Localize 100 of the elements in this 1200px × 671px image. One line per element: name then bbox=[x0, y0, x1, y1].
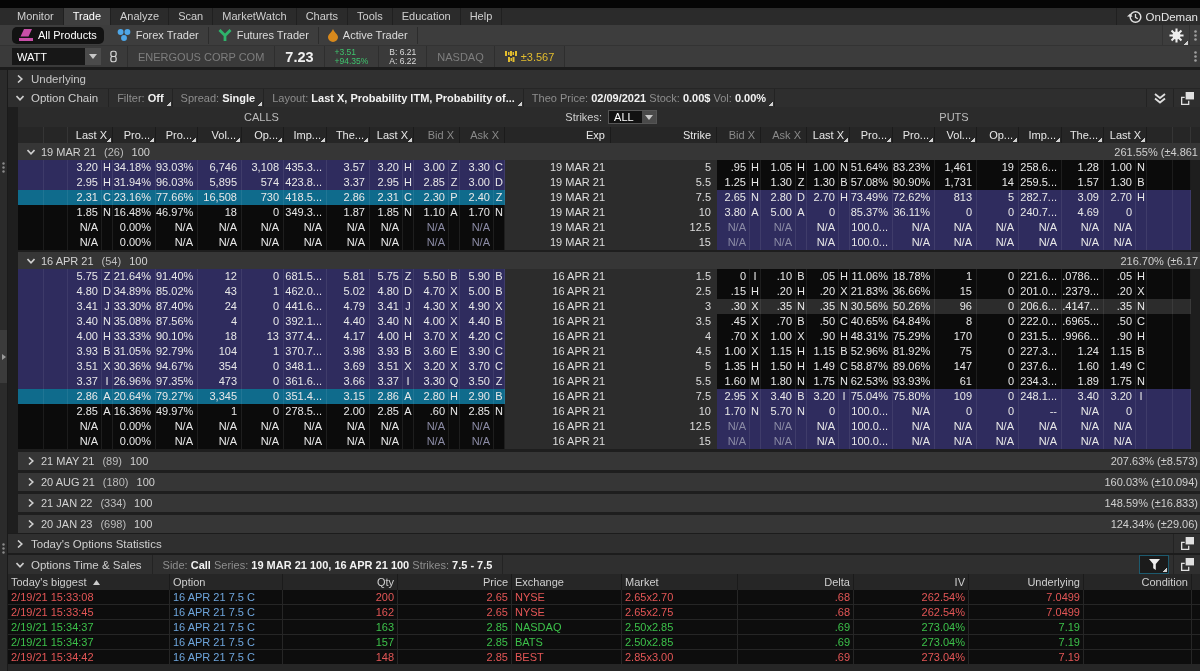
product-tab[interactable]: Forex Trader bbox=[107, 26, 209, 44]
table-cell: 7.19 bbox=[969, 650, 1084, 664]
strikes-dropdown[interactable]: ALL bbox=[608, 110, 657, 124]
settings-button[interactable] bbox=[1162, 24, 1190, 46]
table-cell: .69 bbox=[738, 635, 854, 649]
call-quote-row[interactable]: N/A 0.00% N/A N/A N/A N/A N/A N/A N/A N/A bbox=[18, 419, 505, 434]
put-quote-row[interactable]: 3.80 A 5.00 A 0 85.37% 36.11% 0 0 240.7... 4.69 0 bbox=[717, 205, 1191, 220]
put-quote-row[interactable]: 1.70 N 5.70 N 0 100.0... N/A 0 0 -- N/A 0 bbox=[717, 404, 1191, 419]
put-quote-row[interactable]: N/A N/A N/A 100.0... N/A N/A N/A N/A N/A N/A bbox=[717, 220, 1191, 235]
product-tab[interactable]: Futures Trader bbox=[208, 26, 319, 44]
table-cell: 2/19/21 15:33:08 bbox=[8, 590, 170, 604]
call-quote-row[interactable]: N/A 0.00% N/A N/A N/A N/A N/A N/A N/A N/A bbox=[18, 220, 505, 235]
bid-price: B: 6.21 bbox=[389, 47, 417, 57]
call-quote-row[interactable]: 2.95 H 31.94% 96.03% 5,895 574 423.8... 3.37 2.95 H 2.85 Z 3.00 D bbox=[18, 175, 505, 190]
table-cell: N/A bbox=[935, 235, 977, 250]
expiration-cell-text: 16 APR 21 bbox=[551, 269, 606, 284]
product-tab[interactable]: Active Trader bbox=[318, 26, 418, 44]
expiration-cell-text: 16 APR 21 bbox=[551, 344, 606, 359]
table-cell: .69 bbox=[738, 650, 854, 664]
symbol-dropdown-button[interactable] bbox=[85, 48, 101, 65]
trade-row[interactable]: 2/19/21 15:34:37 16 APR 21 7.5 C 163 2.85 NASDAQ 2.50x2.85 .69 273.04% 7.19 bbox=[8, 620, 1200, 635]
put-quote-row[interactable]: 1.25 H 1.30 Z 1.30 B 57.08% 90.90% 1,731 14 259.5... 1.57 1.30 B bbox=[717, 175, 1191, 190]
table-cell: 163 bbox=[283, 620, 398, 634]
table-cell: .68 bbox=[738, 605, 854, 619]
strike-cell-text: 10 bbox=[697, 404, 712, 419]
grip-icon[interactable] bbox=[2, 162, 5, 173]
table-cell: .68 bbox=[738, 590, 854, 604]
trade-row[interactable]: 2/19/21 15:33:45 16 APR 21 7.5 C 162 2.65 NYSE 2.65x2.75 .68 262.54% 7.0499 bbox=[8, 605, 1200, 620]
table-cell: 7.19 bbox=[969, 620, 1084, 634]
table-cell: N/A bbox=[198, 235, 242, 250]
trade-row[interactable]: 2/19/21 15:34:37 16 APR 21 7.5 C 157 2.85 BATS 2.50x2.85 .69 273.04% 7.19 bbox=[8, 635, 1200, 650]
triangle-right-icon bbox=[1, 353, 6, 360]
put-quote-row[interactable]: 1.60 M 1.80 N 1.75 N 62.53% 93.93% 61 0 234.3... 1.89 1.75 N bbox=[717, 374, 1191, 389]
strike-cell-text: 3.5 bbox=[694, 314, 712, 329]
put-quote-row[interactable]: .45 X .70 B .50 C 40.65% 64.84% 8 0 222.0... .6965... .50 C bbox=[717, 314, 1191, 329]
put-quote-row[interactable]: 0 I .10 B .05 H 11.06% 18.78% 1 0 221.6... .0786... .05 H bbox=[717, 269, 1191, 284]
strike-cell-text: 5 bbox=[703, 160, 712, 175]
table-cell: 157 bbox=[283, 635, 398, 649]
call-quote-row[interactable]: 3.40 N 35.08% 87.56% 4 0 392.1... 4.40 3.40 N 4.00 X 4.40 B bbox=[18, 314, 505, 329]
grip-icon[interactable] bbox=[1194, 29, 1197, 41]
put-quote-row[interactable]: N/A N/A N/A 100.0... N/A N/A N/A N/A N/A N/A bbox=[717, 434, 1191, 449]
put-quote-row[interactable]: 2.95 X 3.40 B 3.20 I 75.04% 75.80% 109 0 248.1... 3.40 3.20 I bbox=[717, 389, 1191, 404]
table-cell: N/A bbox=[717, 235, 761, 250]
expiration-toggle[interactable]: 20 AUG 21 (180) 100 bbox=[18, 473, 155, 491]
call-quote-row[interactable]: 1.85 N 16.48% 46.97% 18 0 349.3... 1.87 1.85 N 1.10 A 1.70 N bbox=[18, 205, 505, 220]
call-quote-row[interactable]: 3.41 J 33.30% 87.40% 24 0 441.6... 4.79 3.41 J 4.30 X 4.90 X bbox=[18, 299, 505, 314]
table-cell: .69 bbox=[738, 620, 854, 634]
strike-cell-text: 3 bbox=[703, 299, 712, 314]
put-quote-row[interactable]: 1.35 H 1.50 H 1.49 C 58.87% 89.06% 147 0 237.6... 1.60 1.49 C bbox=[717, 359, 1191, 374]
expiration-toggle[interactable]: 21 MAY 21 (89) 100 bbox=[18, 452, 149, 470]
chain-link-icon[interactable] bbox=[110, 50, 117, 63]
table-cell: N/A bbox=[1019, 235, 1062, 250]
call-quote-row[interactable]: 3.20 H 34.18% 93.03% 6,746 3,108 435.3... 3.57 3.20 H 3.00 Z 3.30 C bbox=[18, 160, 505, 175]
call-quote-row[interactable]: 4.00 H 33.33% 90.10% 18 13 377.4... 4.17 4.00 H 3.70 X 4.20 C bbox=[18, 329, 505, 344]
expiration-cell-text: 16 APR 21 bbox=[551, 329, 606, 344]
table-cell: 2.85x3.00 bbox=[622, 650, 738, 664]
table-cell: 2/19/21 15:34:37 bbox=[8, 635, 170, 649]
expiration-toggle[interactable]: 20 JAN 23 (698) 100 bbox=[18, 515, 153, 533]
call-quote-row[interactable]: N/A 0.00% N/A N/A N/A N/A N/A N/A N/A N/A bbox=[18, 235, 505, 250]
put-quote-row[interactable]: 1.00 X 1.15 H 1.15 B 52.96% 81.92% 75 0 227.3... 1.24 1.15 B bbox=[717, 344, 1191, 359]
underlying-toggle[interactable]: Underlying bbox=[8, 70, 1200, 88]
calls-label: CALLS bbox=[244, 111, 279, 123]
symbol-field[interactable]: WATT bbox=[12, 48, 85, 65]
put-quote-row[interactable]: .30 X .35 N .35 N 30.56% 50.26% 96 0 206.6... .4147... .35 N bbox=[717, 299, 1191, 314]
trade-row[interactable]: 2/19/21 15:34:42 16 APR 21 7.5 C 148 2.85 BEST 2.85x3.00 .69 273.04% 7.19 bbox=[8, 650, 1200, 665]
expiration-toggle[interactable]: 21 JAN 22 (334) 100 bbox=[18, 494, 153, 512]
put-quote-row[interactable]: .70 X 1.00 X .90 H 48.31% 75.29% 170 0 231.5... .9966... .90 H bbox=[717, 329, 1191, 344]
table-cell: 2/19/21 15:33:45 bbox=[8, 605, 170, 619]
expiration-cell-text: 16 APR 21 bbox=[551, 419, 606, 434]
call-quote-row[interactable]: N/A 0.00% N/A N/A N/A N/A N/A N/A N/A N/A bbox=[18, 434, 505, 449]
call-quote-row[interactable]: 3.51 X 30.36% 94.67% 354 0 348.1... 3.69 3.51 X 3.20 X 3.70 C bbox=[18, 359, 505, 374]
table-cell: 2.85 bbox=[398, 650, 512, 664]
puts-label: PUTS bbox=[939, 111, 969, 123]
trade-row[interactable]: 2/19/21 15:33:08 16 APR 21 7.5 C 200 2.65 NYSE 2.65x2.70 .68 262.54% 7.0499 bbox=[8, 590, 1200, 605]
put-quote-row[interactable]: N/A N/A N/A 100.0... N/A N/A N/A N/A N/A N/A bbox=[717, 235, 1191, 250]
call-quote-row[interactable]: 4.80 D 34.89% 85.02% 43 1 462.0... 5.02 4.80 D 4.70 X 5.00 B bbox=[18, 284, 505, 299]
volatility-reading: 148.59% (±16.833) bbox=[1104, 497, 1199, 509]
volatility-reading: 160.03% (±10.094) bbox=[1104, 476, 1199, 488]
expiration-toggle[interactable]: 19 MAR 21 (26) 100 bbox=[18, 143, 150, 160]
put-quote-row[interactable]: N/A N/A N/A 100.0... N/A N/A N/A N/A N/A N/A bbox=[717, 419, 1191, 434]
call-quote-row[interactable]: 3.93 B 31.05% 92.79% 104 1 370.7... 3.98 3.93 B 3.60 E 3.90 C bbox=[18, 344, 505, 359]
grip-icon[interactable] bbox=[2, 543, 5, 554]
call-quote-row[interactable]: 2.31 C 23.16% 77.66% 16,508 730 418.5... 2.86 2.31 C 2.30 P 2.40 Z bbox=[18, 190, 505, 205]
put-quote-row[interactable]: .15 H .20 H .20 X 21.83% 36.66% 15 0 201.0... .2379... .20 X bbox=[717, 284, 1191, 299]
call-quote-row[interactable]: 5.75 Z 21.64% 91.40% 12 0 681.5... 5.81 5.75 Z 5.50 B 5.90 B bbox=[18, 269, 505, 284]
call-quote-row[interactable]: 2.85 A 16.36% 49.97% 1 0 278.5... 2.00 2.85 A .60 N 2.85 N bbox=[18, 404, 505, 419]
expiration-cell-text: 19 MAR 21 bbox=[548, 205, 606, 220]
product-tab[interactable]: All Products bbox=[12, 26, 104, 44]
statistics-toggle[interactable]: Today's Options Statistics bbox=[8, 534, 172, 553]
put-quote-row[interactable]: 2.65 N 2.80 D 2.70 H 73.49% 72.62% 813 5 282.7... 3.09 2.70 H bbox=[717, 190, 1191, 205]
grip-icon[interactable] bbox=[1194, 51, 1197, 62]
filter-button[interactable] bbox=[1139, 555, 1169, 574]
droplet-icon bbox=[327, 28, 338, 42]
menu-tab[interactable]: Trade bbox=[63, 8, 111, 25]
side-panel-handle[interactable] bbox=[0, 330, 7, 383]
call-quote-row[interactable]: 3.37 I 26.96% 97.35% 473 0 361.6... 3.66 3.37 I 3.30 Q 3.50 Z bbox=[18, 374, 505, 389]
expiration-toggle[interactable]: 16 APR 21 (54) 100 bbox=[18, 252, 148, 269]
put-quote-row[interactable]: .95 H 1.05 H 1.00 N 51.64% 83.23% 1,461 19 258.6... 1.28 1.00 N bbox=[717, 160, 1191, 175]
window-popout-icon bbox=[1180, 558, 1194, 571]
call-quote-row[interactable]: 2.86 A 20.64% 79.27% 3,345 0 351.4... 3.15 2.86 A 2.80 H 2.90 B bbox=[18, 389, 505, 404]
